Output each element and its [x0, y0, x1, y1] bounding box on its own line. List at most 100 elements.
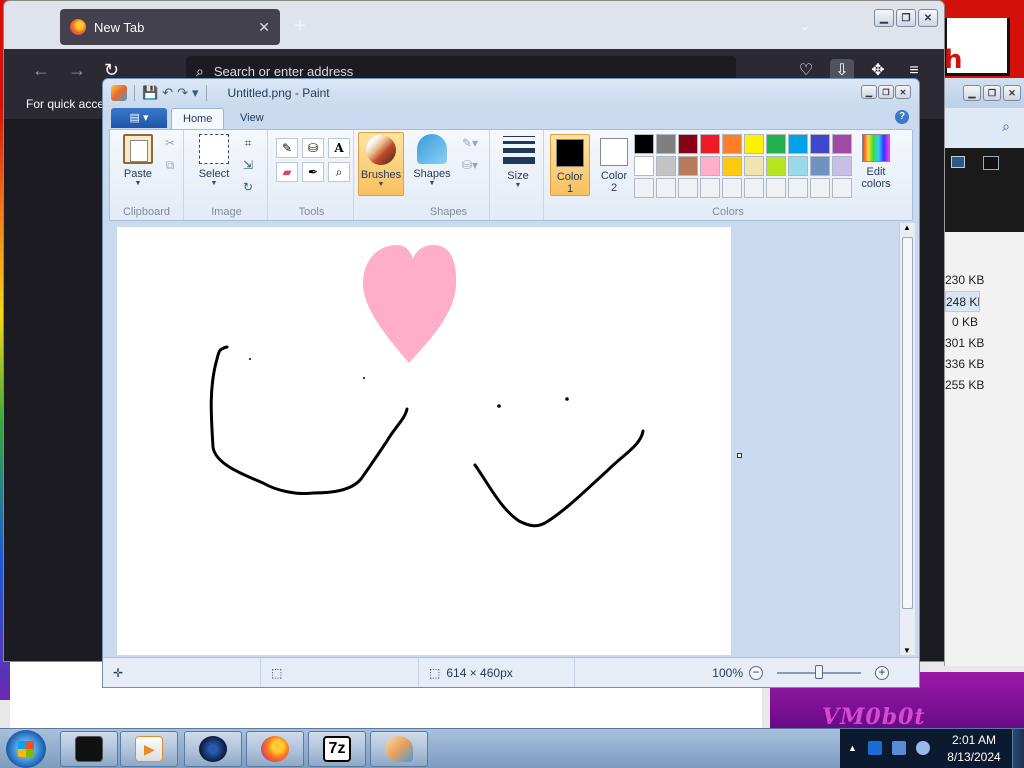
maximize-button[interactable]: ❐ — [896, 9, 916, 27]
volume-icon[interactable] — [916, 741, 930, 755]
pencil-icon[interactable]: ✎ — [276, 138, 298, 158]
explorer-minimize-button[interactable]: ▁ — [963, 85, 981, 101]
explorer-close-button[interactable]: ✕ — [1003, 85, 1021, 101]
scroll-down-icon[interactable]: ▼ — [903, 646, 911, 655]
color-swatch[interactable] — [722, 156, 742, 176]
crop-icon[interactable]: ⌗ — [238, 134, 258, 152]
zoom-slider[interactable] — [777, 664, 861, 679]
taskbar-item-terminal[interactable] — [60, 731, 118, 767]
canvas-resize-handle[interactable] — [737, 453, 742, 458]
color-swatch[interactable] — [766, 156, 786, 176]
outline-icon[interactable]: ✎▾ — [456, 134, 484, 152]
scrollbar-thumb[interactable] — [902, 237, 913, 609]
scroll-up-icon[interactable]: ▲ — [903, 223, 911, 232]
vertical-scrollbar[interactable]: ▲ ▼ — [899, 223, 915, 655]
browser-tab[interactable]: New Tab ✕ — [60, 9, 280, 45]
shapes-button[interactable]: Shapes ▼ — [412, 134, 452, 187]
zoom-in-button[interactable]: + — [875, 665, 889, 680]
redo-icon[interactable]: ↷ — [177, 85, 188, 101]
magnifier-icon[interactable]: ⌕ — [328, 162, 350, 182]
color-swatch[interactable] — [656, 134, 676, 154]
custom-color-slot[interactable] — [722, 178, 742, 198]
size-button[interactable]: Size ▼ — [498, 134, 538, 189]
drawing-canvas[interactable] — [117, 227, 731, 655]
color-swatch[interactable] — [722, 134, 742, 154]
color1-button[interactable]: Color 1 — [550, 134, 590, 196]
show-hidden-icons-icon[interactable]: ▲ — [848, 743, 857, 753]
explorer-search-icon[interactable]: ⌕ — [1002, 118, 1010, 135]
copy-icon[interactable]: ⧉ — [160, 156, 180, 174]
paint-close-button[interactable]: ✕ — [895, 85, 911, 99]
file-row[interactable]: 301 KB — [945, 333, 1024, 354]
color2-button[interactable]: Color 2 — [594, 134, 634, 196]
resize-icon[interactable]: ⇲ — [238, 156, 258, 174]
color-swatch[interactable] — [788, 134, 808, 154]
custom-color-slot[interactable] — [832, 178, 852, 198]
file-row[interactable]: 336 KB — [945, 354, 1024, 375]
color-swatch[interactable] — [700, 134, 720, 154]
custom-color-slot[interactable] — [678, 178, 698, 198]
close-tab-icon[interactable]: ✕ — [258, 19, 270, 36]
text-icon[interactable]: A — [328, 138, 350, 158]
back-arrow-icon[interactable]: ← — [32, 60, 50, 81]
color-picker-icon[interactable]: ✒ — [302, 162, 324, 182]
fill-bucket-icon[interactable]: ⛁ — [302, 138, 324, 158]
undo-icon[interactable]: ↶ — [162, 85, 173, 101]
taskbar-item-media-player[interactable] — [120, 731, 178, 767]
new-tab-icon[interactable]: + — [294, 15, 306, 38]
zoom-out-button[interactable]: − — [749, 665, 763, 680]
help-icon[interactable]: ? — [895, 110, 909, 124]
save-icon[interactable]: 💾 — [142, 85, 158, 101]
explorer-maximize-button[interactable]: ❐ — [983, 85, 1001, 101]
select-button[interactable]: Select ▼ — [194, 134, 234, 187]
file-row[interactable]: 255 KB — [945, 375, 1024, 396]
custom-color-slot[interactable] — [656, 178, 676, 198]
color-swatch[interactable] — [810, 156, 830, 176]
color-swatch[interactable] — [678, 134, 698, 154]
show-desktop-button[interactable] — [1012, 729, 1024, 768]
brushes-button[interactable]: Brushes ▼ — [358, 132, 404, 196]
color-swatch[interactable] — [832, 134, 852, 154]
address-input[interactable] — [213, 63, 614, 79]
paint-app-icon[interactable] — [111, 85, 127, 101]
rotate-icon[interactable]: ↻ — [238, 178, 258, 196]
start-button[interactable] — [6, 730, 46, 768]
color-swatch[interactable] — [634, 156, 654, 176]
taskbar-item-virtualbox[interactable] — [184, 731, 242, 767]
custom-color-slot[interactable] — [744, 178, 764, 198]
taskbar-item-firefox[interactable] — [246, 731, 304, 767]
color-swatch[interactable] — [656, 156, 676, 176]
custom-color-slot[interactable] — [788, 178, 808, 198]
paint-minimize-button[interactable]: ▁ — [861, 85, 877, 99]
customize-toolbar-icon[interactable]: ▾ — [192, 85, 199, 101]
clock[interactable]: 2:01 AM 8/13/2024 — [944, 732, 1004, 766]
cut-icon[interactable]: ✂ — [160, 134, 180, 152]
custom-color-slot[interactable] — [634, 178, 654, 198]
taskbar-item-paint[interactable] — [370, 731, 428, 767]
taskbar-item-7zip[interactable]: 7z — [308, 731, 366, 767]
explorer-address-bar[interactable]: ⌕ — [945, 108, 1024, 148]
custom-color-slot[interactable] — [810, 178, 830, 198]
edit-colors-button[interactable]: Edit colors — [856, 134, 896, 190]
color-swatch[interactable] — [744, 134, 764, 154]
tab-home[interactable]: Home — [171, 108, 225, 129]
eraser-icon[interactable]: ▰ — [276, 162, 298, 182]
tray-app-icon[interactable] — [868, 741, 882, 755]
fill-icon[interactable]: ⛁▾ — [456, 156, 484, 174]
folder-thumbnail[interactable] — [951, 156, 965, 168]
paint-maximize-button[interactable]: ❐ — [878, 85, 894, 99]
tab-view[interactable]: View — [229, 108, 275, 129]
color-swatch[interactable] — [634, 134, 654, 154]
color-swatch[interactable] — [788, 156, 808, 176]
file-row[interactable]: 248 KB — [945, 291, 980, 312]
list-tabs-icon[interactable]: ⌄ — [800, 19, 810, 33]
color-swatch[interactable] — [700, 156, 720, 176]
file-row[interactable]: 230 KB — [945, 270, 1024, 291]
color-swatch[interactable] — [744, 156, 764, 176]
color-swatch[interactable] — [832, 156, 852, 176]
color-swatch[interactable] — [678, 156, 698, 176]
file-row[interactable]: 0 KB — [945, 312, 1024, 333]
close-button[interactable]: ✕ — [918, 9, 938, 27]
zoom-slider-thumb[interactable] — [815, 664, 823, 679]
file-menu-button[interactable]: ▤ ▾ — [111, 108, 167, 128]
